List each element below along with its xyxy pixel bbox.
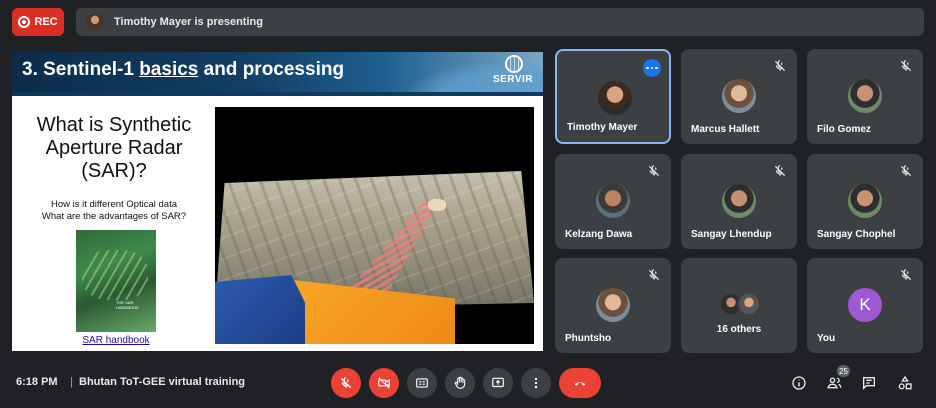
more-vert-icon [534,377,538,389]
participant-tile-sangay-lhendup[interactable]: Sangay Lhendup [681,154,797,249]
slide-heading: What is Synthetic Aperture Radar (SAR)? [36,114,192,182]
slide-header: 3. Sentinel-1 basics and processing SERV… [12,52,543,92]
camera-off-icon [378,377,390,389]
participant-tile-you[interactable]: K You [807,258,923,353]
avatar [848,79,882,113]
avatar: K [848,288,882,322]
satellite-icon [428,199,446,211]
participant-name: Filo Gomez [817,124,871,135]
mic-off-icon [648,269,660,281]
captions-icon [416,378,428,388]
participant-name: You [817,333,836,344]
avatar [596,184,630,218]
participant-name: Kelzang Dawa [565,229,633,240]
participant-tile-phuntsho[interactable]: Phuntsho [555,258,671,353]
mic-off-icon [900,60,912,72]
mic-off-icon [900,269,912,281]
mic-toggle-button[interactable] [331,368,361,398]
sar-animation-video[interactable] [215,107,534,344]
mic-off-icon [648,165,660,177]
avatar [598,81,632,115]
mic-off-icon [774,165,786,177]
avatar [848,184,882,218]
present-screen-button[interactable] [483,368,513,398]
servir-logo-text: SERVIR [492,74,533,85]
recording-indicator[interactable]: REC [12,8,64,36]
avatar [596,288,630,322]
mic-off-icon [340,377,352,389]
hang-up-icon [574,382,586,386]
leave-call-button[interactable] [559,368,601,398]
participant-tile-marcus-hallett[interactable]: Marcus Hallett [681,49,797,144]
avatar [722,79,756,113]
sar-handbook-link[interactable]: SAR handbook [76,335,156,346]
camera-toggle-button[interactable] [369,368,399,398]
slide-title: 3. Sentinel-1 basics and processing [22,59,345,80]
avatar [722,184,756,218]
recording-label: REC [34,16,58,28]
more-options-button[interactable] [521,368,551,398]
participant-name: Phuntsho [565,333,612,344]
chat-button[interactable] [860,374,878,392]
meeting-time: 6:18 PM [16,376,58,388]
activities-icon [898,375,912,390]
meeting-details-button[interactable] [790,374,808,392]
activities-button[interactable] [896,374,914,392]
shared-presentation: 3. Sentinel-1 basics and processing SERV… [12,52,543,351]
participant-tile-kelzang-dawa[interactable]: Kelzang Dawa [555,154,671,249]
participant-tile-others[interactable]: 16 others [681,258,797,353]
book-cover-text: THE SAR HANDBOOK [116,300,139,310]
participant-tile-sangay-chophel[interactable]: Sangay Chophel [807,154,923,249]
avatar [737,292,761,316]
slide-header-divider [12,92,543,96]
participant-name: Sangay Lhendup [691,229,772,240]
others-count-label: 16 others [716,324,762,335]
participant-tile-filo-gomez[interactable]: Filo Gomez [807,49,923,144]
presenter-avatar [86,13,104,31]
participant-count-badge: 25 [836,364,851,378]
raise-hand-button[interactable] [445,368,475,398]
servir-logo-icon [505,55,523,73]
more-options-icon[interactable] [643,59,661,77]
others-avatar-stack [719,292,761,316]
info-icon [792,376,806,390]
participant-name: Timothy Mayer [567,122,638,133]
participant-name: Marcus Hallett [691,124,760,135]
participant-name: Sangay Chophel [817,229,896,240]
mic-off-icon [900,165,912,177]
chat-icon [863,377,875,390]
meeting-name[interactable]: Bhutan ToT-GEE virtual training [79,376,245,388]
present-icon [492,377,504,388]
slide-subtitle: How is it different Optical data What ar… [41,199,187,222]
sar-handbook-cover[interactable]: THE SAR HANDBOOK [76,230,156,332]
blue-swath [215,275,305,344]
captions-button[interactable] [407,368,437,398]
mic-off-icon [774,60,786,72]
record-icon [18,16,31,28]
presenting-text: Timothy Mayer is presenting [114,16,263,28]
hand-icon [454,376,466,389]
presenting-banner[interactable]: Timothy Mayer is presenting [76,8,924,36]
participant-tile-timothy-mayer[interactable]: Timothy Mayer [555,49,671,144]
footer-separator: | [70,376,73,388]
